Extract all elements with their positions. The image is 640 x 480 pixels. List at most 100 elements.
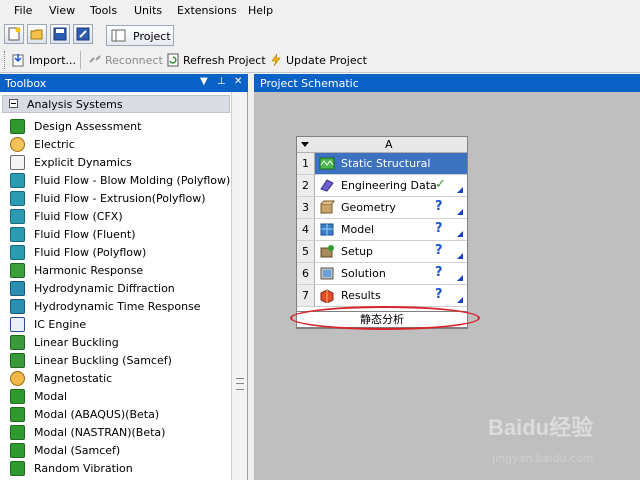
attention-question-icon: ? [435, 221, 443, 236]
menu-units[interactable]: Units [134, 4, 162, 17]
toolbox-item[interactable]: Hydrodynamic Time Response [0, 298, 232, 316]
toolbox-item[interactable]: Design Assessment [0, 118, 232, 136]
system-cell[interactable]: 3 Geometry? [297, 197, 467, 219]
cell-body[interactable]: Engineering Data ✓ [315, 175, 467, 197]
cell-type-icon [320, 200, 335, 214]
update-project-label: Update Project [286, 54, 367, 67]
open-project-button[interactable] [27, 24, 47, 44]
toolbox-item-label: Electric [34, 138, 75, 151]
toolbox-item[interactable]: Linear Buckling [0, 334, 232, 352]
menu-view[interactable]: View [49, 4, 75, 17]
scrollbar-grip[interactable] [236, 378, 244, 390]
cell-context-triangle-icon[interactable] [457, 231, 463, 237]
menu-extensions[interactable]: Extensions [177, 4, 237, 17]
cell-context-triangle-icon[interactable] [457, 297, 463, 303]
close-icon[interactable]: ✕ [234, 76, 242, 87]
toolbox-item[interactable]: Fluid Flow (Fluent) [0, 226, 232, 244]
cell-row-number: 7 [297, 285, 315, 307]
tab-project[interactable]: Project [106, 25, 174, 46]
reconnect-button[interactable]: Reconnect [88, 53, 163, 67]
cell-body[interactable]: Geometry? [315, 197, 467, 219]
save-as-button[interactable] [73, 24, 93, 44]
toolbox-item-label: Hydrodynamic Time Response [34, 300, 201, 313]
attention-question-icon: ? [435, 199, 443, 214]
system-title-cell[interactable]: 1 Static Structural [297, 153, 467, 175]
system-column-header: A [297, 137, 467, 153]
system-menu-arrow-icon[interactable] [301, 142, 309, 147]
electric-icon [10, 137, 25, 152]
save-button[interactable] [50, 24, 70, 44]
menu-help[interactable]: Help [248, 4, 273, 17]
cell-label: Engineering Data [341, 179, 437, 192]
cell-context-triangle-icon[interactable] [457, 275, 463, 281]
system-cell[interactable]: 2 Engineering Data ✓ [297, 175, 467, 197]
new-file-icon [8, 27, 21, 41]
cell-body[interactable]: Setup? [315, 241, 467, 263]
toolbox-item-label: Fluid Flow - Blow Molding (Polyflow) [34, 174, 231, 187]
dropdown-arrow-icon[interactable]: ▼ [200, 76, 208, 87]
toolbox-panel: Analysis Systems Design Assessment Electr… [0, 92, 248, 480]
toolbox-item[interactable]: Electric [0, 136, 232, 154]
cell-type-icon [319, 157, 335, 170]
update-project-button[interactable]: Update Project [269, 53, 367, 67]
toolbox-item[interactable]: Modal [0, 388, 232, 406]
toolbox-item-label: Modal (Samcef) [34, 444, 121, 457]
refresh-project-label: Refresh Project [183, 54, 266, 67]
toolbox-item[interactable]: IC Engine [0, 316, 232, 334]
toolbox-item[interactable]: Harmonic Response [0, 262, 232, 280]
toolbox-item[interactable]: Fluid Flow - Blow Molding (Polyflow) [0, 172, 232, 190]
project-schematic-header: Project Schematic [254, 74, 640, 92]
toolbox-item[interactable]: Fluid Flow (CFX) [0, 208, 232, 226]
cell-type-icon [320, 289, 334, 303]
refresh-project-button[interactable]: Refresh Project [166, 53, 266, 67]
magneto-icon [10, 371, 25, 386]
collapse-icon[interactable] [9, 99, 18, 108]
menu-tools[interactable]: Tools [90, 4, 117, 17]
toolbox-item[interactable]: Hydrodynamic Diffraction [0, 280, 232, 298]
toolbox-item[interactable]: Linear Buckling (Samcef) [0, 352, 232, 370]
menu-file[interactable]: File [14, 4, 32, 17]
toolbox-item[interactable]: Modal (Samcef) [0, 442, 232, 460]
cell-context-triangle-icon[interactable] [457, 253, 463, 259]
modal-icon [10, 461, 25, 476]
toolbox-item[interactable]: Explicit Dynamics [0, 154, 232, 172]
project-toolbar: Import... Reconnect Refresh Project Upda… [0, 48, 640, 73]
cell-context-triangle-icon[interactable] [457, 187, 463, 193]
toolbox-item-label: IC Engine [34, 318, 87, 331]
system-cell[interactable]: 7 Results? [297, 285, 467, 307]
system-cell[interactable]: 5 Setup? [297, 241, 467, 263]
toolbox-item-label: Fluid Flow (Fluent) [34, 228, 136, 241]
toolbox-scrollbar[interactable] [231, 92, 247, 480]
watermark-url: jingyan.baidu.com [492, 452, 594, 465]
cell-body[interactable]: Static Structural [315, 153, 467, 175]
modal-icon [10, 407, 25, 422]
static-structural-system[interactable]: A 1 Static Structural 2 Engineering Data ✓ 3 G… [296, 136, 468, 329]
system-cell[interactable]: 4 Model? [297, 219, 467, 241]
cell-body[interactable]: Results? [315, 285, 467, 307]
modal-icon [10, 443, 25, 458]
cell-context-triangle-icon[interactable] [457, 209, 463, 215]
toolbox-item[interactable]: Fluid Flow (Polyflow) [0, 244, 232, 262]
toolbox-item[interactable]: Modal (ABAQUS)(Beta) [0, 406, 232, 424]
toolbox-item-label: Fluid Flow (Polyflow) [34, 246, 147, 259]
harmonic-icon [10, 263, 25, 278]
toolbox-item[interactable]: Random Vibration [0, 460, 232, 478]
toolbox-item[interactable]: Modal (NASTRAN)(Beta) [0, 424, 232, 442]
pin-icon[interactable]: ⊥ [217, 76, 226, 87]
schematic-title: Project Schematic [260, 77, 359, 90]
toolbox-item-label: Random Vibration [34, 462, 133, 475]
toolbox-item[interactable]: Magnetostatic [0, 370, 232, 388]
cell-row-number: 1 [297, 153, 315, 175]
new-project-button[interactable] [4, 24, 24, 44]
cell-type-icon [320, 267, 334, 280]
system-cell[interactable]: 6 Solution? [297, 263, 467, 285]
cell-label: Setup [341, 245, 374, 258]
cell-body[interactable]: Solution? [315, 263, 467, 285]
toolbox-item[interactable]: Fluid Flow - Extrusion(Polyflow) [0, 190, 232, 208]
analysis-systems-group[interactable]: Analysis Systems [2, 95, 230, 113]
cell-row-number: 2 [297, 175, 315, 197]
toolbox-item-label: Hydrodynamic Diffraction [34, 282, 175, 295]
cell-body[interactable]: Model? [315, 219, 467, 241]
import-button[interactable]: Import... [12, 53, 76, 67]
cell-label: Results [341, 289, 381, 302]
